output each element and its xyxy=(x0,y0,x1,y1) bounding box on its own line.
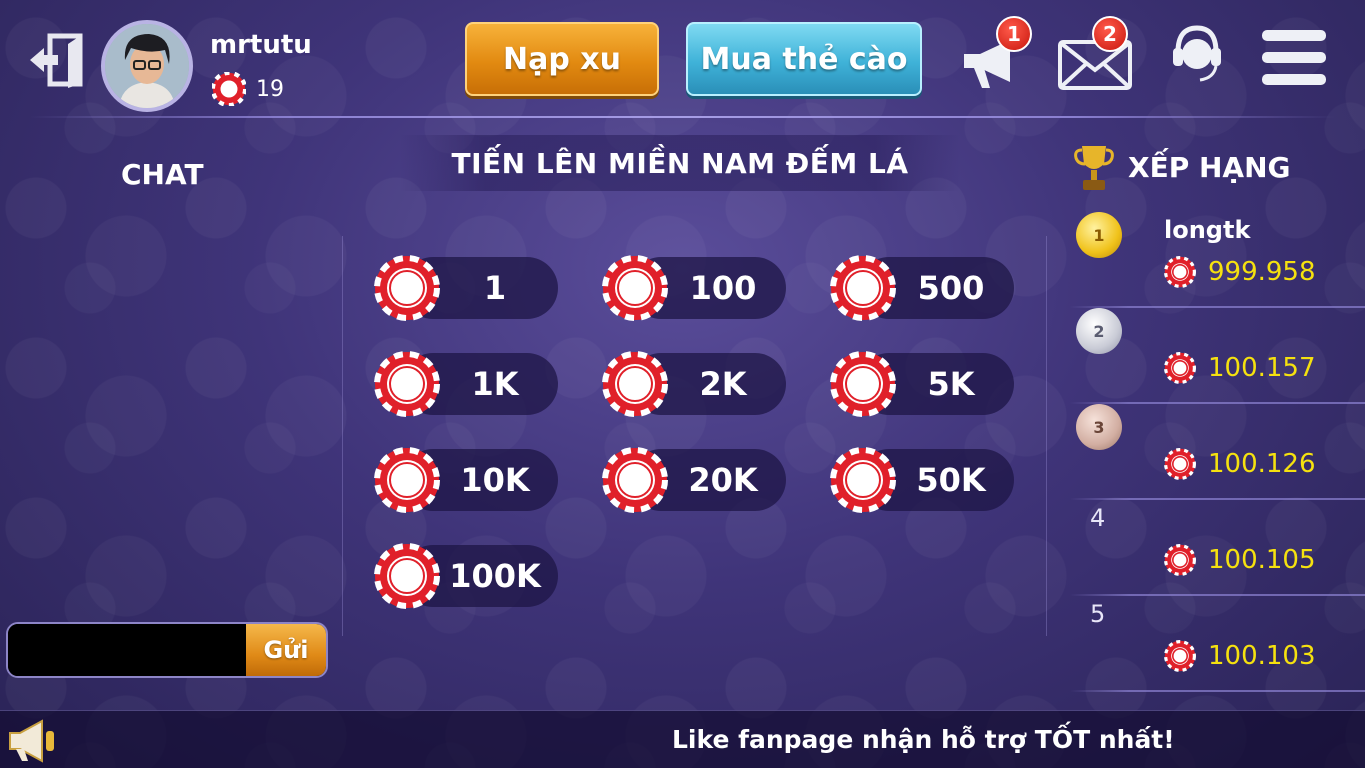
ranking-coins: 100.157 xyxy=(1164,352,1316,384)
ranking-value: 999.958 xyxy=(1208,257,1316,287)
bet-option[interactable]: 2K xyxy=(602,351,786,417)
ranking-coins: 999.958 xyxy=(1164,256,1316,288)
ranking-value: 100.157 xyxy=(1208,353,1316,383)
bet-option[interactable]: 1K xyxy=(374,351,558,417)
chip-icon xyxy=(830,447,896,513)
bet-option[interactable]: 50K xyxy=(830,447,1014,513)
menu-button[interactable] xyxy=(1262,28,1326,88)
chat-input-box: Gửi xyxy=(6,622,328,678)
coin-chip-icon xyxy=(1164,640,1196,672)
coin-chip-icon xyxy=(212,72,246,106)
gold-medal-icon: 1 xyxy=(1076,212,1122,258)
nap-xu-button[interactable]: Nạp xu xyxy=(465,22,659,96)
ranking-divider xyxy=(1046,236,1047,636)
rank-number: 4 xyxy=(1090,504,1106,532)
coin-chip-icon xyxy=(1164,448,1196,480)
chip-icon xyxy=(830,351,896,417)
announcement-button[interactable]: 1 xyxy=(960,16,1032,92)
bet-option[interactable]: 100K xyxy=(374,543,558,609)
menu-icon xyxy=(1262,30,1326,85)
avatar-icon xyxy=(105,24,189,108)
ranking-coins: 100.126 xyxy=(1164,448,1316,480)
speaker-button[interactable] xyxy=(6,719,58,767)
username: mrtutu xyxy=(210,30,312,60)
coin-chip-icon xyxy=(1164,352,1196,384)
silver-medal-icon: 2 xyxy=(1076,308,1122,354)
mua-the-cao-button[interactable]: Mua thẻ cào xyxy=(686,22,922,96)
game-title-bar: TIẾN LÊN MIỀN NAM ĐẾM LÁ xyxy=(400,135,960,191)
chip-icon xyxy=(602,351,668,417)
ranking-header: XẾP HẠNG xyxy=(1074,142,1291,192)
top-bar: mrtutu 19 Nạp xu Mua thẻ cào 1 2 xyxy=(0,0,1365,118)
bet-option[interactable]: 100 xyxy=(602,255,786,321)
bet-grid: 1 100 500 1K 2K 5K 10K 20K 50K 100K xyxy=(374,255,1024,615)
coin-chip-icon xyxy=(1164,544,1196,576)
chat-input[interactable] xyxy=(8,624,248,676)
speaker-icon xyxy=(9,719,54,763)
ranking-value: 100.126 xyxy=(1208,449,1316,479)
chip-icon xyxy=(374,543,440,609)
chip-icon xyxy=(374,447,440,513)
trophy-icon xyxy=(1074,146,1114,190)
coin-count: 19 xyxy=(256,76,284,102)
user-coins: 19 xyxy=(212,72,284,106)
ranking-value: 100.103 xyxy=(1208,641,1316,671)
game-title: TIẾN LÊN MIỀN NAM ĐẾM LÁ xyxy=(451,146,909,180)
chip-icon xyxy=(374,255,440,321)
bet-option[interactable]: 20K xyxy=(602,447,786,513)
bronze-medal-icon: 3 xyxy=(1076,404,1122,450)
ranking-row[interactable]: 1 longtk 999.958 xyxy=(1070,212,1365,308)
bet-option[interactable]: 1 xyxy=(374,255,558,321)
footer-bar: Like fanpage nhận hỗ trợ TỐT nhất! xyxy=(0,710,1365,768)
chip-icon xyxy=(830,255,896,321)
chat-divider xyxy=(342,236,343,636)
chip-icon xyxy=(602,447,668,513)
ranking-value: 100.105 xyxy=(1208,545,1316,575)
ranking-name: longtk xyxy=(1164,216,1251,244)
support-button[interactable] xyxy=(1170,22,1224,92)
ranking-row[interactable]: 5 100.103 xyxy=(1070,596,1365,692)
bet-option[interactable]: 500 xyxy=(830,255,1014,321)
mail-button[interactable]: 2 xyxy=(1058,16,1138,92)
header-divider xyxy=(30,116,1335,118)
ranking-row[interactable]: 4 100.105 xyxy=(1070,500,1365,596)
chip-icon xyxy=(374,351,440,417)
ranking-row[interactable]: 2 100.157 xyxy=(1070,308,1365,404)
ranking-row[interactable]: 3 100.126 xyxy=(1070,404,1365,500)
announcement-badge: 1 xyxy=(996,16,1032,52)
exit-icon xyxy=(30,33,83,88)
marquee-text: Like fanpage nhận hỗ trợ TỐT nhất! xyxy=(672,725,1175,754)
bet-option[interactable]: 5K xyxy=(830,351,1014,417)
send-button[interactable]: Gửi xyxy=(246,624,326,676)
ranking-coins: 100.103 xyxy=(1164,640,1316,672)
mail-badge: 2 xyxy=(1092,16,1128,52)
chip-icon xyxy=(602,255,668,321)
avatar[interactable] xyxy=(101,20,193,112)
coin-chip-icon xyxy=(1164,256,1196,288)
ranking-title: XẾP HẠNG xyxy=(1128,150,1291,184)
headset-icon xyxy=(1173,25,1221,82)
bet-option[interactable]: 10K xyxy=(374,447,558,513)
ranking-coins: 100.105 xyxy=(1164,544,1316,576)
chat-title: CHAT xyxy=(121,158,204,191)
row-separator xyxy=(1070,690,1365,692)
exit-button[interactable] xyxy=(28,32,86,88)
rank-number: 5 xyxy=(1090,600,1106,628)
